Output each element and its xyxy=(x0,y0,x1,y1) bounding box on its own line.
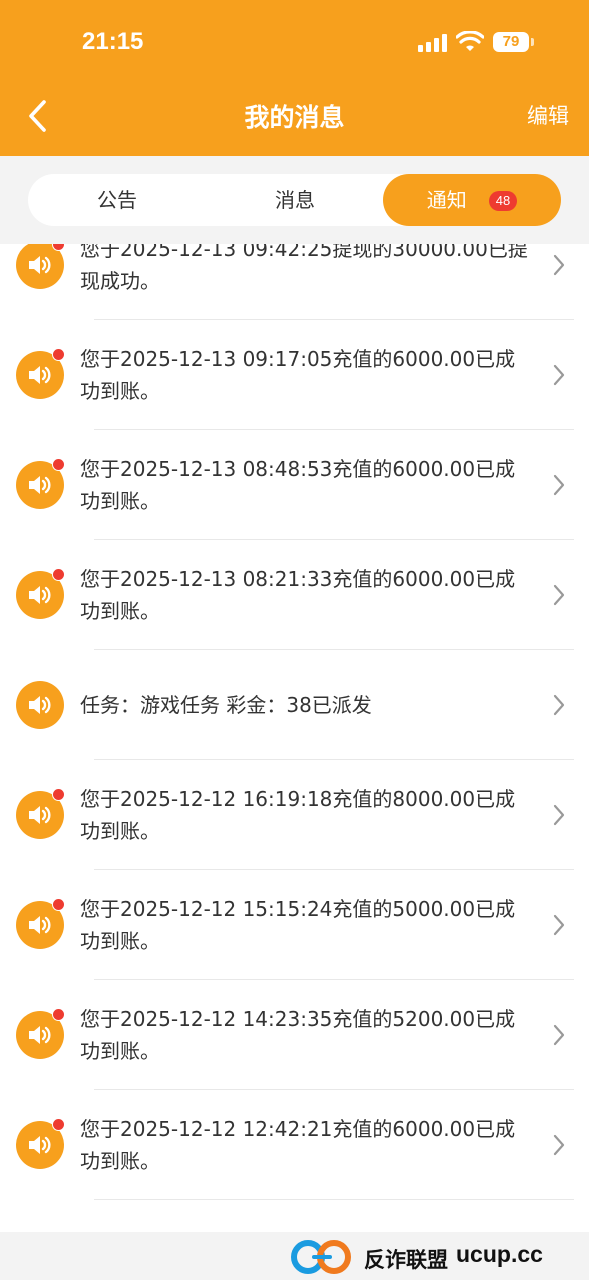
chevron-right-icon xyxy=(553,804,565,826)
tab-messages[interactable]: 消息 xyxy=(206,174,384,226)
notification-list: 您于2025-12-13 09:42:25提现的30000.00已提现成功。您于… xyxy=(0,244,589,1232)
chevron-right-icon xyxy=(553,914,565,936)
unread-dot xyxy=(52,348,65,361)
notification-text: 您于2025-12-12 12:42:21充值的6000.00已成功到账。 xyxy=(80,1117,516,1173)
unread-dot xyxy=(52,1118,65,1131)
notification-item[interactable]: 您于2025-12-13 08:48:53充值的6000.00已成功到账。 xyxy=(0,430,589,540)
tab-announcements[interactable]: 公告 xyxy=(28,174,206,226)
chevron-right-icon xyxy=(553,364,565,386)
tab-notifications[interactable]: 通知 48 xyxy=(383,174,561,226)
notification-text: 您于2025-12-13 09:17:05充值的6000.00已成功到账。 xyxy=(80,347,516,403)
notification-text: 您于2025-12-13 08:21:33充值的6000.00已成功到账。 xyxy=(80,567,516,623)
tab-bar: 公告 消息 通知 48 xyxy=(28,174,561,226)
brand-logo-icon xyxy=(291,1240,351,1274)
notification-item[interactable]: 您于2025-12-12 15:15:24充值的5000.00已成功到账。 xyxy=(0,870,589,980)
unread-dot xyxy=(52,788,65,801)
row-divider xyxy=(94,1199,574,1200)
notification-text: 您于2025-12-13 09:42:25提现的30000.00已提现成功。 xyxy=(80,244,528,293)
notification-item[interactable]: 您于2025-12-13 09:17:05充值的6000.00已成功到账。 xyxy=(0,320,589,430)
battery-level: 79 xyxy=(493,32,529,52)
notification-text: 您于2025-12-12 14:23:35充值的5200.00已成功到账。 xyxy=(80,1007,516,1063)
footer-url: ucup.cc xyxy=(456,1241,543,1267)
chevron-left-icon xyxy=(29,100,46,132)
chevron-right-icon xyxy=(553,1024,565,1046)
header-bar: 21:15 79 我的消息 编辑 xyxy=(0,0,589,156)
unread-count-badge: 48 xyxy=(488,191,518,211)
battery-icon xyxy=(531,38,534,46)
notification-text: 任务：游戏任务 彩金：38已派发 xyxy=(80,693,372,717)
status-time: 21:15 xyxy=(82,28,144,55)
chevron-right-icon xyxy=(553,474,565,496)
wifi-icon xyxy=(456,31,484,51)
notification-item[interactable]: 您于2025-12-12 14:23:35充值的5200.00已成功到账。 xyxy=(0,980,589,1090)
chevron-right-icon xyxy=(553,694,565,716)
speaker-icon xyxy=(16,681,64,729)
notification-item[interactable]: 您于2025-12-12 16:19:18充值的8000.00已成功到账。 xyxy=(0,760,589,870)
notification-item[interactable]: 您于2025-12-13 09:42:25提现的30000.00已提现成功。 xyxy=(0,244,589,320)
tab-bar-container: 公告 消息 通知 48 xyxy=(0,156,589,244)
tab-label: 消息 xyxy=(275,188,315,212)
chevron-right-icon xyxy=(553,254,565,276)
tab-label: 通知 xyxy=(426,188,467,212)
chevron-right-icon xyxy=(553,1134,565,1156)
unread-dot xyxy=(52,458,65,471)
footer-brand: 反诈联盟 xyxy=(364,1248,448,1272)
tab-label: 公告 xyxy=(97,188,137,212)
unread-dot xyxy=(52,1008,65,1021)
notification-item[interactable]: 任务：游戏任务 彩金：38已派发 xyxy=(0,650,589,760)
notification-item[interactable]: 您于2025-12-12 12:42:21充值的6000.00已成功到账。 xyxy=(0,1090,589,1200)
edit-button[interactable]: 编辑 xyxy=(527,100,569,130)
notification-text: 您于2025-12-13 08:48:53充值的6000.00已成功到账。 xyxy=(80,457,516,513)
unread-dot xyxy=(52,898,65,911)
notification-text: 您于2025-12-12 16:19:18充值的8000.00已成功到账。 xyxy=(80,787,516,843)
cellular-signal-icon xyxy=(418,34,448,52)
notification-text: 您于2025-12-12 15:15:24充值的5000.00已成功到账。 xyxy=(80,897,516,953)
unread-dot xyxy=(52,568,65,581)
chevron-right-icon xyxy=(553,584,565,606)
back-button[interactable] xyxy=(22,96,58,136)
page-title: 我的消息 xyxy=(244,103,345,132)
notification-item[interactable]: 您于2025-12-13 08:21:33充值的6000.00已成功到账。 xyxy=(0,540,589,650)
